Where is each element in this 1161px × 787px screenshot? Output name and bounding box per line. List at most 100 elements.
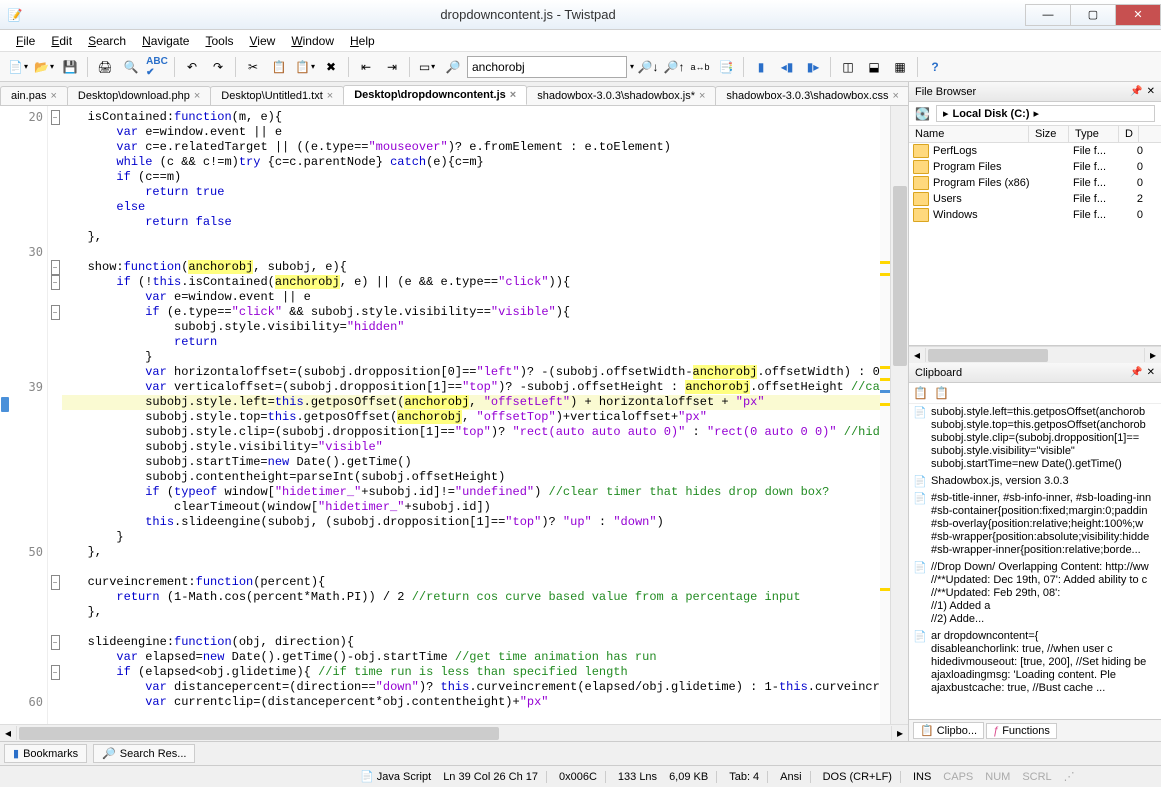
split-horizontal-icon[interactable]: ◫ (836, 55, 860, 79)
copy-icon[interactable]: 📋 (267, 55, 291, 79)
file-row[interactable]: UsersFile f...2 (909, 191, 1161, 207)
clipboard-item[interactable]: 📄ar dropdowncontent={disableanchorlink: … (909, 628, 1161, 697)
editor-tab[interactable]: Desktop\download.php× (67, 86, 211, 105)
outdent-icon[interactable]: ⇤ (354, 55, 378, 79)
search-dropdown-icon[interactable]: ▾ (630, 62, 634, 71)
bookmark-icon[interactable]: ▮ (749, 55, 773, 79)
search-input[interactable] (467, 56, 627, 78)
titlebar: 📝 dropdowncontent.js - Twistpad — ▢ ✕ (0, 0, 1161, 30)
file-row[interactable]: Program Files (x86)File f...0 (909, 175, 1161, 191)
tab-close-icon[interactable]: × (50, 90, 56, 102)
menu-edit[interactable]: Edit (45, 32, 78, 50)
clipboard-header: Clipboard 📌 ✕ (909, 363, 1161, 383)
menu-help[interactable]: Help (344, 32, 381, 50)
file-row[interactable]: Program FilesFile f...0 (909, 159, 1161, 175)
spellcheck-icon[interactable]: ABC✔ (145, 55, 169, 79)
menu-file[interactable]: File (10, 32, 41, 50)
save-icon[interactable]: 💾 (58, 55, 82, 79)
vertical-scrollbar[interactable] (890, 106, 908, 724)
print-icon[interactable]: 🖨 (93, 55, 117, 79)
clip-icon: 📄 (913, 406, 927, 471)
tab-close-icon[interactable]: × (699, 90, 705, 102)
horizontal-scrollbar[interactable]: ◂ ▸ (0, 724, 908, 741)
clear-clipboard-icon[interactable]: 📋 (934, 386, 949, 400)
cut-icon[interactable]: ✂ (241, 55, 265, 79)
clip-icon: 📄 (913, 561, 927, 626)
find-next-icon[interactable]: 🔎↓ (636, 55, 660, 79)
status-num: NUM (985, 771, 1010, 783)
editor-tab[interactable]: ain.pas× (0, 86, 68, 105)
close-button[interactable]: ✕ (1115, 4, 1161, 26)
redo-icon[interactable]: ↷ (206, 55, 230, 79)
print-preview-icon[interactable]: 🔍 (119, 55, 143, 79)
folder-icon (913, 192, 929, 206)
tab-close-icon[interactable]: × (327, 90, 333, 102)
clipboard-item[interactable]: 📄#sb-title-inner, #sb-info-inner, #sb-lo… (909, 490, 1161, 559)
panel-close-icon[interactable]: ✕ (1147, 367, 1155, 378)
find-prev-icon[interactable]: 🔎↑ (662, 55, 686, 79)
menu-search[interactable]: Search (82, 32, 132, 50)
menu-navigate[interactable]: Navigate (136, 32, 195, 50)
col-d[interactable]: D (1119, 126, 1139, 142)
find-in-files-icon[interactable]: 📑 (714, 55, 738, 79)
delete-icon[interactable]: ✖ (319, 55, 343, 79)
undo-icon[interactable]: ↶ (180, 55, 204, 79)
tab-close-icon[interactable]: × (510, 89, 516, 101)
drive-icon[interactable]: 💽 (915, 107, 930, 121)
col-name[interactable]: Name (909, 126, 1029, 142)
maximize-button[interactable]: ▢ (1070, 4, 1116, 26)
editor-tab[interactable]: shadowbox-3.0.3\shadowbox.js*× (526, 86, 716, 105)
paste-clipboard-icon[interactable]: 📋 (913, 386, 928, 400)
menu-view[interactable]: View (244, 32, 282, 50)
prev-bookmark-icon[interactable]: ◂▮ (775, 55, 799, 79)
clipboard-item[interactable]: 📄subobj.style.left=this.getposOffset(anc… (909, 404, 1161, 473)
status-scrl: SCRL (1022, 771, 1051, 783)
paste-icon[interactable]: 📋▾ (293, 55, 317, 79)
panel-close-icon[interactable]: ✕ (1147, 86, 1155, 97)
status-caps: CAPS (943, 771, 973, 783)
file-row[interactable]: WindowsFile f...0 (909, 207, 1161, 223)
overview-strip[interactable] (880, 106, 890, 724)
tab-bar: ain.pas×Desktop\download.php×Desktop\Unt… (0, 82, 908, 106)
tab-close-icon[interactable]: × (892, 90, 898, 102)
pin-icon[interactable]: 📌 (1130, 367, 1142, 378)
help-icon[interactable]: ? (923, 55, 947, 79)
new-file-icon[interactable]: 📄▾ (6, 55, 30, 79)
col-size[interactable]: Size (1029, 126, 1069, 142)
tab-clipboard[interactable]: 📋Clipbo... (913, 722, 984, 739)
col-type[interactable]: Type (1069, 126, 1119, 142)
code-area[interactable]: isContained:function(m, e){ var e=window… (62, 106, 890, 724)
editor-tab[interactable]: Desktop\Untitled1.txt× (210, 86, 344, 105)
pin-icon[interactable]: 📌 (1130, 86, 1142, 97)
clipboard-item[interactable]: 📄Shadowbox.js, version 3.0.3 (909, 473, 1161, 490)
status-position: Ln 39 Col 26 Ch 17 (443, 771, 547, 783)
clip-icon: 📄 (913, 492, 927, 557)
open-file-icon[interactable]: 📂▾ (32, 55, 56, 79)
path-breadcrumb[interactable]: ▸Local Disk (C:)▸ (936, 105, 1155, 122)
find-icon[interactable]: 🔎 (441, 55, 465, 79)
fb-horizontal-scrollbar[interactable]: ◂▸ (909, 346, 1161, 363)
tab-bookmarks[interactable]: ▮Bookmarks (4, 744, 87, 763)
resize-grip-icon[interactable]: ⋰ (1064, 770, 1075, 783)
minimize-button[interactable]: — (1025, 4, 1071, 26)
folder-icon (913, 144, 929, 158)
replace-icon[interactable]: a↔b (688, 55, 712, 79)
split-vertical-icon[interactable]: ⬓ (862, 55, 886, 79)
next-bookmark-icon[interactable]: ▮▸ (801, 55, 825, 79)
layout-icon[interactable]: ▦ (888, 55, 912, 79)
indent-icon[interactable]: ⇥ (380, 55, 404, 79)
menu-window[interactable]: Window (285, 32, 340, 50)
window-list-icon[interactable]: ▭▾ (415, 55, 439, 79)
editor-tab[interactable]: shadowbox-3.0.3\shadowbox.css× (715, 86, 908, 105)
tab-close-icon[interactable]: × (194, 90, 200, 102)
tab-search-results[interactable]: 🔎Search Res... (93, 744, 195, 763)
clip-icon: 📄 (913, 630, 927, 695)
tab-functions[interactable]: ƒFunctions (986, 723, 1057, 739)
editor[interactable]: 2030395060 −−−−−−− isContained:function(… (0, 106, 908, 724)
editor-tab[interactable]: Desktop\dropdowncontent.js× (343, 85, 527, 105)
clip-icon: 📄 (913, 475, 927, 488)
file-row[interactable]: PerfLogsFile f...0 (909, 143, 1161, 159)
clipboard-item[interactable]: 📄//Drop Down/ Overlapping Content: http:… (909, 559, 1161, 628)
menu-tools[interactable]: Tools (199, 32, 239, 50)
fold-column[interactable]: −−−−−−− (48, 106, 62, 724)
